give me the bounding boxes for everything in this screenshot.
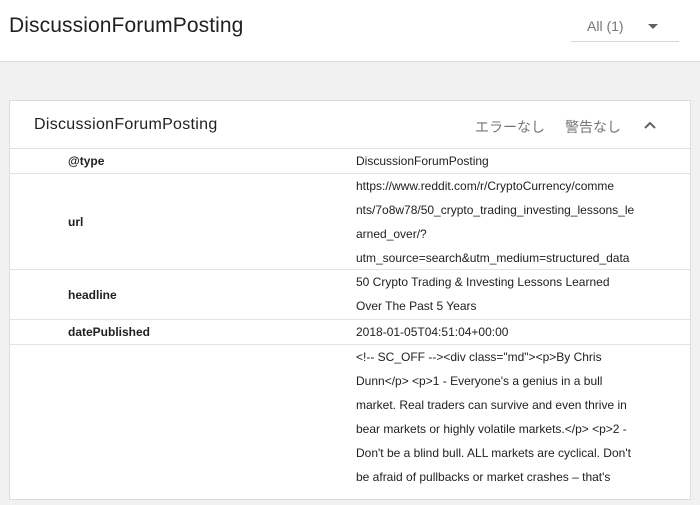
value-line: 2018-01-05T04:51:04+00:00 [356,325,509,339]
value-line: 50 Crypto Trading & Investing Lessons Le… [356,275,610,289]
table-row: headline 50 Crypto Trading & Investing L… [10,270,690,320]
value-line: be afraid of pullbacks or market crashes… [356,470,611,484]
table-row: <!-- SC_OFF --><div class="md"><p>By Chr… [10,345,690,505]
property-value: <!-- SC_OFF --><div class="md"><p>By Chr… [356,345,662,489]
value-line: DiscussionForumPosting [356,154,489,168]
table-row: datePublished 2018-01-05T04:51:04+00:00 [10,320,690,345]
property-value: 50 Crypto Trading & Investing Lessons Le… [356,270,662,318]
value-line: market. Real traders can survive and eve… [356,398,627,412]
filter-selected-value: All (1) [587,18,624,34]
table-row: @type DiscussionForumPosting [10,149,690,174]
property-name: headline [68,287,117,302]
value-line: nts/7o8w78/50_crypto_trading_investing_l… [356,203,635,217]
result-card: DiscussionForumPosting エラーなし 警告なし @type … [9,100,691,500]
card-header[interactable]: DiscussionForumPosting エラーなし 警告なし [10,101,690,149]
value-line: https://www.reddit.com/r/CryptoCurrency/… [356,179,615,193]
chevron-up-icon[interactable] [642,119,658,131]
errors-status: エラーなし [475,119,545,135]
property-name: datePublished [68,325,151,339]
top-header: DiscussionForumPosting All (1) [0,0,700,62]
property-table: @type DiscussionForumPosting url https:/… [10,149,690,505]
property-value: 2018-01-05T04:51:04+00:00 [356,320,662,344]
value-line: utm_source=search&utm_medium=structured_… [356,251,630,265]
value-line: arned_over/? [356,227,427,241]
property-name: @type [68,154,105,168]
filter-dropdown[interactable]: All (1) [571,10,679,42]
value-line: bear markets or highly volatile markets.… [356,422,627,436]
card-title: DiscussionForumPosting [34,116,218,133]
value-line: Don't be a blind bull. ALL markets are c… [356,446,631,460]
value-line: <!-- SC_OFF --><div class="md"><p>By Chr… [356,350,602,364]
property-value: DiscussionForumPosting [356,149,662,173]
warnings-status: 警告なし [565,119,621,135]
property-name: url [68,214,84,229]
value-line: Over The Past 5 Years [356,299,477,313]
table-row: url https://www.reddit.com/r/CryptoCurre… [10,174,690,270]
property-value: https://www.reddit.com/r/CryptoCurrency/… [356,174,662,270]
caret-down-icon [648,24,658,29]
value-line: Dunn</p> <p>1 - Everyone's a genius in a… [356,374,603,388]
page-title: DiscussionForumPosting [9,14,244,37]
